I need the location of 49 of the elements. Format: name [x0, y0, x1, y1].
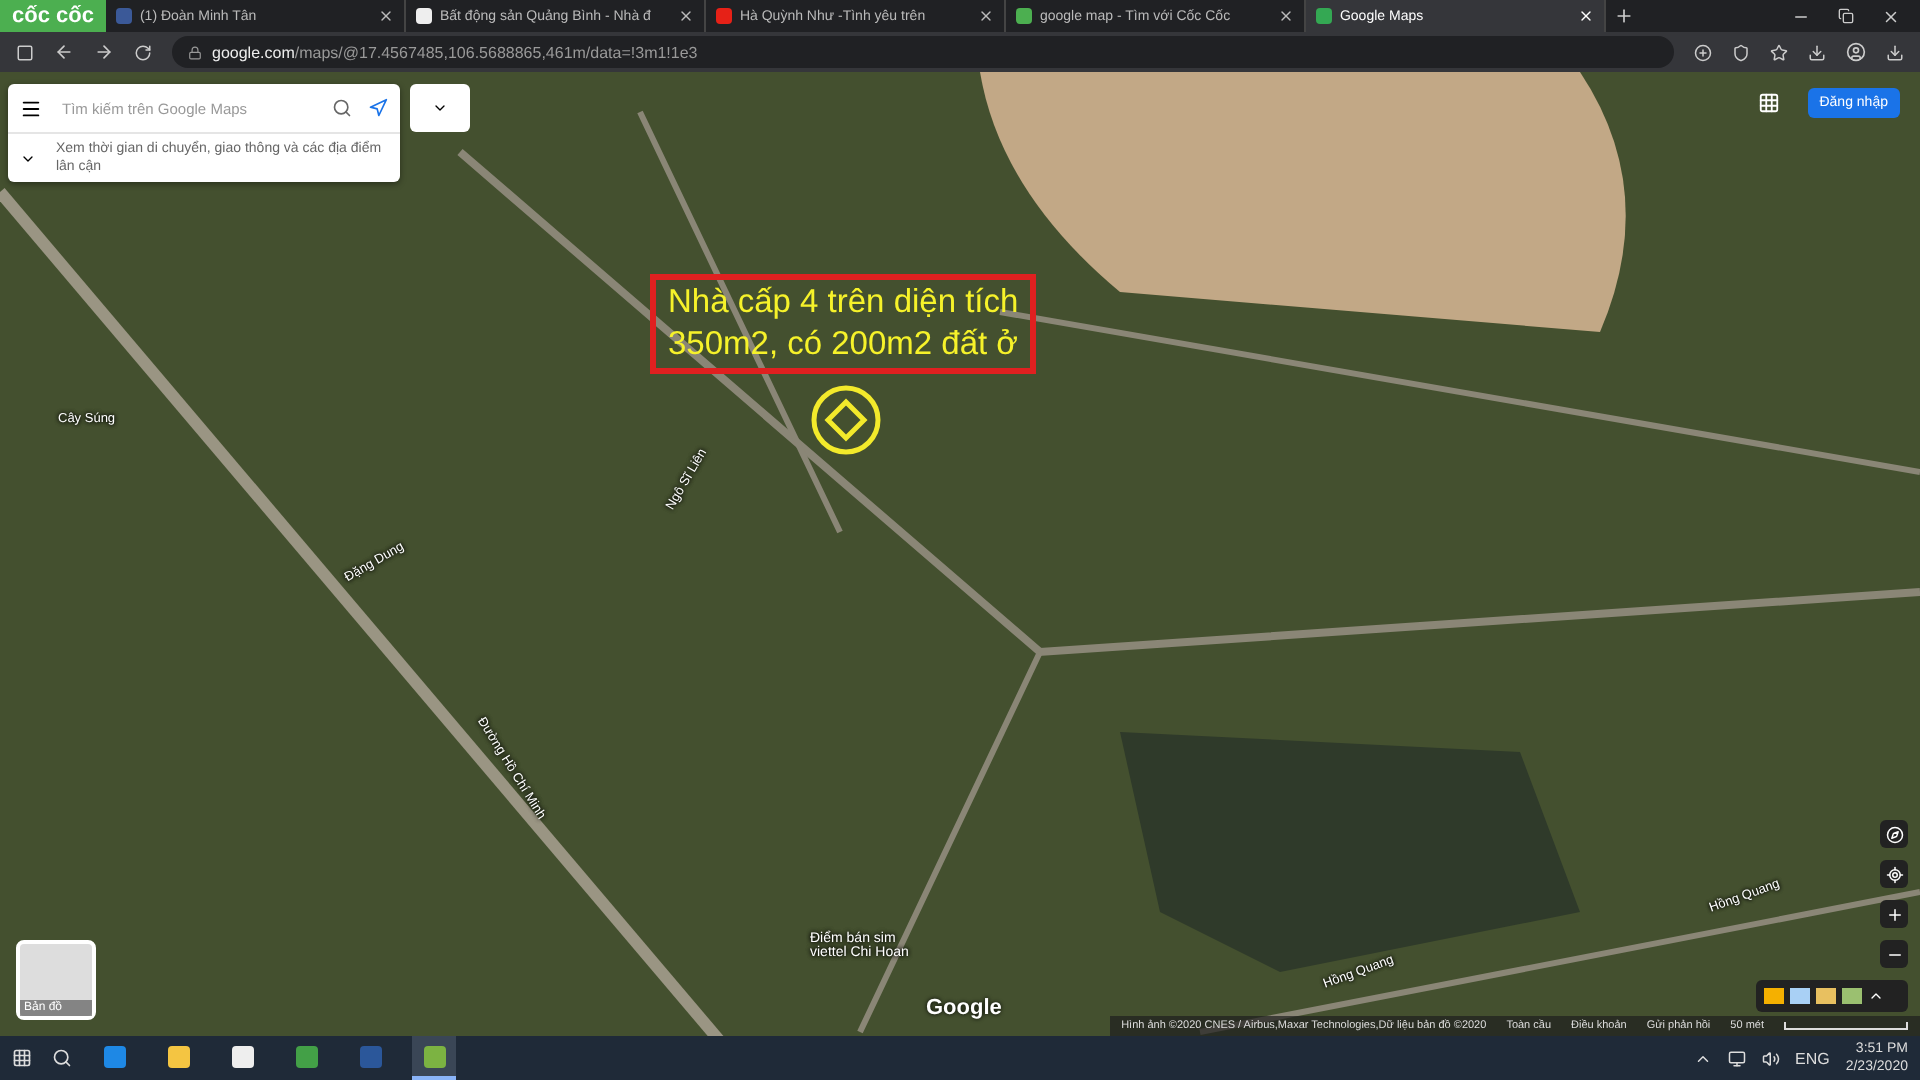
- back-icon[interactable]: [54, 42, 74, 62]
- star-icon[interactable]: [1770, 43, 1788, 61]
- favicon-icon: [115, 8, 132, 24]
- close-icon[interactable]: [377, 8, 394, 24]
- layers-button[interactable]: [410, 84, 470, 132]
- language-indicator[interactable]: ENG: [1795, 1049, 1830, 1067]
- close-icon[interactable]: [1882, 7, 1900, 25]
- close-icon[interactable]: [677, 8, 694, 24]
- close-icon[interactable]: [977, 8, 994, 24]
- zoom-out-button[interactable]: [1880, 940, 1908, 968]
- favicon-icon: [415, 8, 432, 24]
- compass-button[interactable]: [1880, 820, 1908, 848]
- directions-icon[interactable]: [368, 98, 388, 118]
- shield-icon[interactable]: [1732, 43, 1750, 61]
- speaker-icon[interactable]: [1761, 1049, 1779, 1067]
- expand-icon[interactable]: [1868, 988, 1884, 1004]
- favicon-icon: [1015, 8, 1032, 24]
- forward-icon[interactable]: [94, 42, 114, 62]
- search-icon[interactable]: [332, 98, 352, 118]
- new-tab-icon[interactable]: [1613, 6, 1634, 26]
- close-icon[interactable]: [1277, 8, 1294, 24]
- scale-bar: [1784, 1022, 1908, 1030]
- map-logo: Google: [926, 996, 1002, 1020]
- account-icon[interactable]: [1846, 42, 1866, 62]
- close-icon[interactable]: [1577, 8, 1594, 24]
- locate-icon: [1885, 865, 1903, 883]
- marker-circle-drawing: [810, 384, 882, 456]
- imagery-panel[interactable]: [1756, 980, 1908, 1012]
- download-icon[interactable]: [1808, 43, 1826, 61]
- reload-icon[interactable]: [134, 43, 152, 61]
- lock-icon: [188, 45, 202, 59]
- apps-grid-icon[interactable]: [1758, 92, 1780, 114]
- address-field[interactable]: google.com/maps/@17.4567485,106.5688865,461m/data=!3m1!1e3: [172, 36, 1674, 68]
- annotation-text: Nhà cấp 4 trên diện tích: [668, 282, 1019, 324]
- plus-icon: [1885, 905, 1903, 923]
- restore-icon[interactable]: [1838, 7, 1854, 23]
- compass-icon: [1885, 825, 1903, 843]
- favicon-icon: [715, 8, 732, 24]
- monitor-icon[interactable]: [1727, 1049, 1745, 1067]
- start-icon[interactable]: [12, 1048, 32, 1068]
- caret-icon: [432, 100, 448, 116]
- annotation-text: 350m2, có 200m2 đất ở: [668, 324, 1019, 366]
- add-icon[interactable]: [1694, 43, 1712, 61]
- menu-icon[interactable]: [20, 97, 42, 119]
- sidebar-icon[interactable]: [16, 43, 34, 61]
- locate-button[interactable]: [1880, 860, 1908, 888]
- download-icon[interactable]: [1886, 43, 1904, 61]
- favicon-icon: [1315, 8, 1332, 24]
- zoom-in-button[interactable]: [1880, 900, 1908, 928]
